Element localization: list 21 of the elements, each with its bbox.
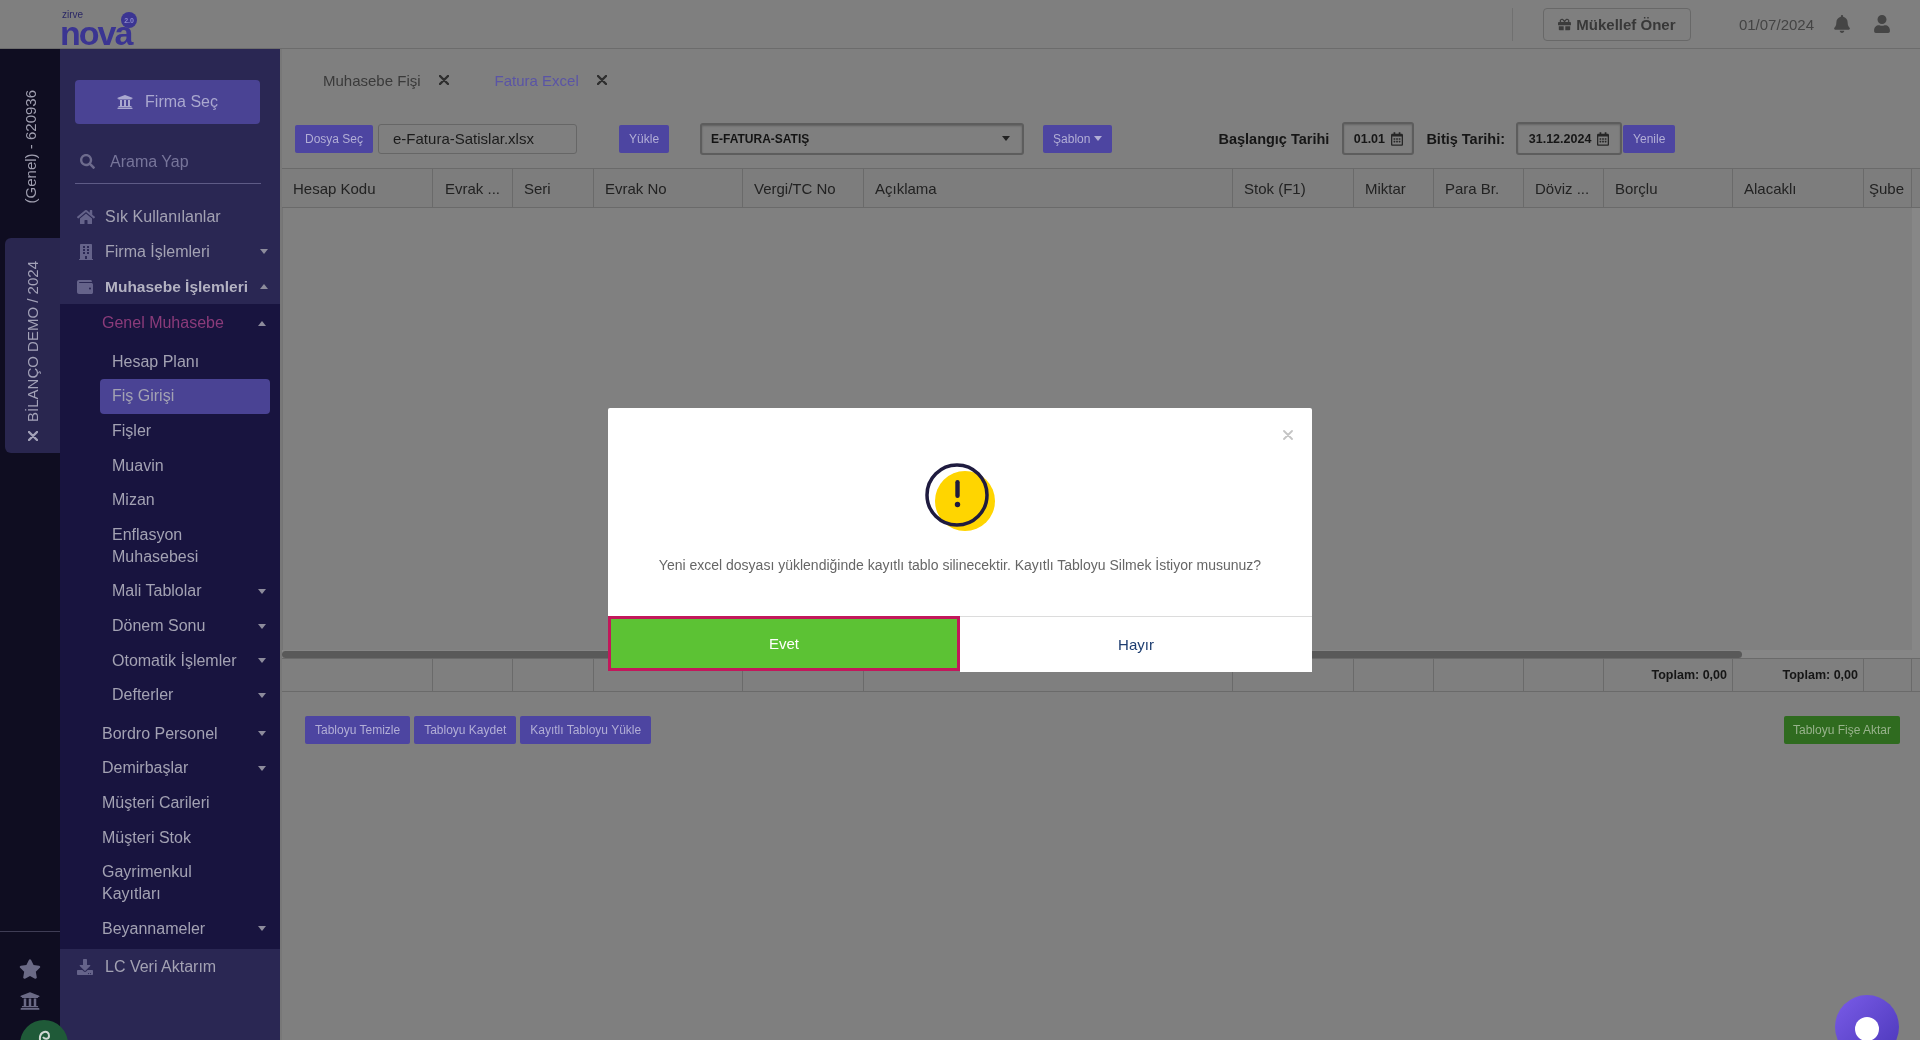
column-header: Açıklama (864, 169, 1233, 207)
column-header: Alacaklı (1733, 169, 1864, 207)
column-header: Şube (1864, 169, 1912, 207)
column-header: Evrak ... (433, 169, 513, 207)
column-header: Vergi/TC No (743, 169, 864, 207)
total-cell: Toplam: 0,00 (1733, 659, 1864, 691)
current-date: 01/07/2024 (1738, 15, 1814, 33)
end-date-label: Bitiş Tarihi: (1426, 130, 1506, 147)
dialog-message: Yeni excel dosyası yüklendiğinde kayıtlı tablo silinecektir. Kayıtlı Tabloyu Silmek İstiyor musunuz? (657, 556, 1263, 575)
column-header: Hesap Kodu (282, 169, 433, 207)
total-cell: Toplam: 0,00 (1604, 659, 1733, 691)
column-header: Evrak No (594, 169, 743, 207)
column-header: Döviz ... (1524, 169, 1604, 207)
column-header: Miktar (1354, 169, 1434, 207)
company-code: (Genel) - 620936 (21, 90, 39, 204)
column-header: Para Br. (1434, 169, 1524, 207)
logo-prefix: zirve (62, 10, 84, 20)
start-date-label: Başlangıç Tarihi (1218, 130, 1330, 147)
column-header: Borçlu (1604, 169, 1733, 207)
column-header: Seri (513, 169, 594, 207)
column-header: Stok (F1) (1233, 169, 1354, 207)
